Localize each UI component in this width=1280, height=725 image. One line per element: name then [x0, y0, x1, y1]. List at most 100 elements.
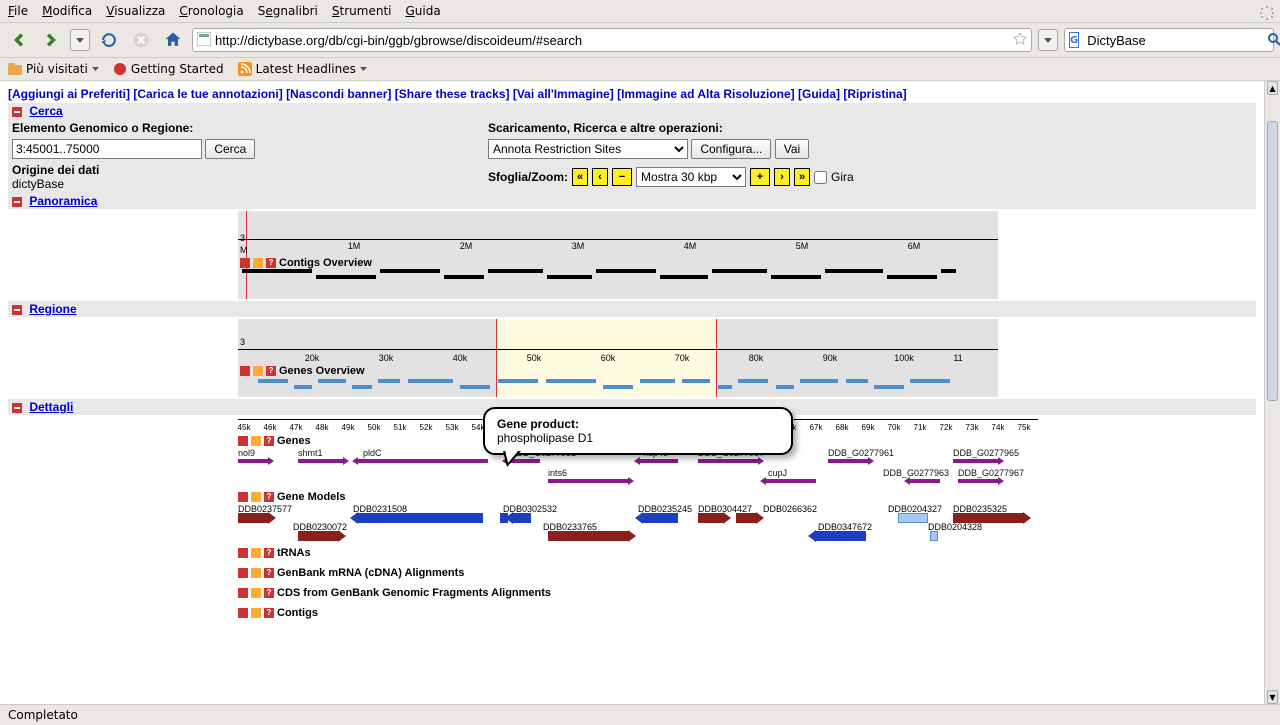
menu-guida[interactable]: Guida [405, 4, 440, 18]
gene-tooltip: Gene product: phospholipase D1 [483, 407, 793, 455]
track-collapse-icon[interactable] [240, 366, 250, 376]
menu-visualizza[interactable]: Visualizza [106, 4, 165, 18]
link-reset[interactable]: [Ripristina] [843, 87, 906, 101]
menu-file[interactable]: File [8, 4, 28, 18]
menu-cronologia[interactable]: Cronologia [179, 4, 243, 18]
link-highres-image[interactable]: [Immagine ad Alta Risoluzione] [617, 87, 795, 101]
link-help[interactable]: [Guida] [798, 87, 840, 101]
scroll-down-icon[interactable]: ▼ [1267, 690, 1278, 704]
collapse-icon[interactable] [12, 197, 22, 207]
link-upload-annotations[interactable]: [Carica le tue annotazioni] [133, 87, 282, 101]
search-box[interactable]: G [1064, 28, 1274, 52]
menu-modifica[interactable]: Modifica [42, 4, 92, 18]
region-chrom: 3 [240, 337, 245, 347]
track-rss-icon[interactable] [251, 568, 261, 578]
track-help-icon[interactable]: ? [264, 492, 274, 502]
stop-button[interactable] [128, 27, 154, 53]
track-genes-overview-label: Genes Overview [279, 365, 365, 377]
configure-button[interactable]: Configura... [691, 139, 771, 159]
url-bar[interactable] [192, 28, 1032, 52]
track-collapse-icon[interactable] [238, 436, 248, 446]
folder-icon [8, 62, 22, 76]
home-button[interactable] [160, 27, 186, 53]
track-help-icon[interactable]: ? [264, 548, 274, 558]
detail-panel[interactable]: 45k46k47k48k49k50k51k52k53k54k55k56k57k5… [238, 415, 1038, 619]
track-rss-icon[interactable] [251, 548, 261, 558]
link-share-tracks[interactable]: [Share these tracks] [395, 87, 510, 101]
track-help-icon[interactable]: ? [264, 608, 274, 618]
track-help-icon[interactable]: ? [264, 568, 274, 578]
overview-panel[interactable]: 3 M 1M2M 3M4M 5M6M ? Contigs Overview [238, 211, 998, 299]
track-collapse-icon[interactable] [240, 258, 250, 268]
track-help-icon[interactable]: ? [264, 436, 274, 446]
track-rss-icon[interactable] [251, 436, 261, 446]
section-overview-link[interactable]: Panoramica [29, 194, 97, 208]
track-contigs-label: Contigs [277, 607, 318, 619]
section-region-link[interactable]: Regione [29, 302, 76, 316]
track-collapse-icon[interactable] [238, 588, 248, 598]
gene-label: cupJ [768, 468, 787, 478]
track-collapse-icon[interactable] [238, 568, 248, 578]
zoom-left-fast[interactable]: « [572, 168, 588, 186]
section-details-link[interactable]: Dettagli [29, 400, 73, 414]
zoom-right[interactable]: › [774, 168, 790, 186]
search-input[interactable] [1087, 33, 1263, 48]
zoom-in[interactable]: + [750, 168, 770, 186]
scroll-thumb[interactable] [1267, 121, 1278, 401]
track-help-icon[interactable]: ? [264, 588, 274, 598]
gene-label: DDB_G0277965 [953, 448, 1019, 458]
url-history-dropdown[interactable] [1038, 29, 1058, 51]
track-help-icon[interactable]: ? [266, 366, 276, 376]
zoom-out[interactable]: − [612, 168, 632, 186]
star-icon[interactable] [1013, 32, 1027, 49]
collapse-icon[interactable] [12, 107, 22, 117]
track-genes-label: Genes [277, 435, 311, 447]
history-dropdown[interactable] [70, 29, 90, 51]
vertical-scrollbar[interactable]: ▲ ▼ [1264, 81, 1280, 704]
status-text: Completato [8, 708, 78, 722]
track-rss-icon[interactable] [251, 588, 261, 598]
bookmarks-bar: Più visitati Getting Started Latest Head… [0, 58, 1280, 81]
back-button[interactable] [6, 27, 32, 53]
menu-strumenti[interactable]: Strumenti [332, 4, 392, 18]
go-button[interactable]: Vai [775, 139, 809, 159]
reload-button[interactable] [96, 27, 122, 53]
region-panel[interactable]: 3 20k30k 40k50k 60k70k 80k90k 100k11 ? G… [238, 319, 998, 397]
search-engine-icon[interactable]: G [1069, 32, 1079, 48]
section-search-link[interactable]: Cerca [29, 104, 62, 118]
latest-headlines[interactable]: Latest Headlines [238, 62, 367, 76]
zoom-select[interactable]: Mostra 30 kbp [636, 167, 746, 187]
flip-label: Gira [831, 170, 854, 184]
track-collapse-icon[interactable] [238, 548, 248, 558]
flip-checkbox[interactable] [814, 171, 827, 184]
site-icon [197, 32, 211, 49]
most-visited[interactable]: Più visitati [8, 62, 99, 76]
search-button[interactable]: Cerca [205, 139, 255, 159]
gene-label: DDB_G0277967 [958, 468, 1024, 478]
collapse-icon[interactable] [12, 305, 22, 315]
forward-button[interactable] [38, 27, 64, 53]
zoom-right-fast[interactable]: » [794, 168, 810, 186]
track-rss-icon[interactable] [251, 492, 261, 502]
url-input[interactable] [215, 33, 1009, 48]
link-goto-image[interactable]: [Vai all'Immagine] [513, 87, 614, 101]
track-collapse-icon[interactable] [238, 492, 248, 502]
gene-label: pldC [363, 448, 382, 458]
track-rss-icon[interactable] [251, 608, 261, 618]
operations-select[interactable]: Annota Restriction Sites [488, 139, 688, 159]
track-collapse-icon[interactable] [238, 608, 248, 618]
track-trnas-label: tRNAs [277, 547, 311, 559]
section-search-header: Cerca [8, 103, 1256, 119]
track-rss-icon[interactable] [253, 258, 263, 268]
link-add-favorites[interactable]: [Aggiungi ai Preferiti] [8, 87, 130, 101]
search-icon[interactable] [1267, 32, 1280, 49]
zoom-left[interactable]: ‹ [592, 168, 608, 186]
track-help-icon[interactable]: ? [266, 258, 276, 268]
track-rss-icon[interactable] [253, 366, 263, 376]
scroll-up-icon[interactable]: ▲ [1267, 81, 1278, 95]
collapse-icon[interactable] [12, 403, 22, 413]
link-hide-banner[interactable]: [Nascondi banner] [286, 87, 391, 101]
getting-started[interactable]: Getting Started [113, 62, 224, 76]
menu-segnalibri[interactable]: Segnalibri [258, 4, 318, 18]
landmark-input[interactable] [12, 139, 202, 159]
